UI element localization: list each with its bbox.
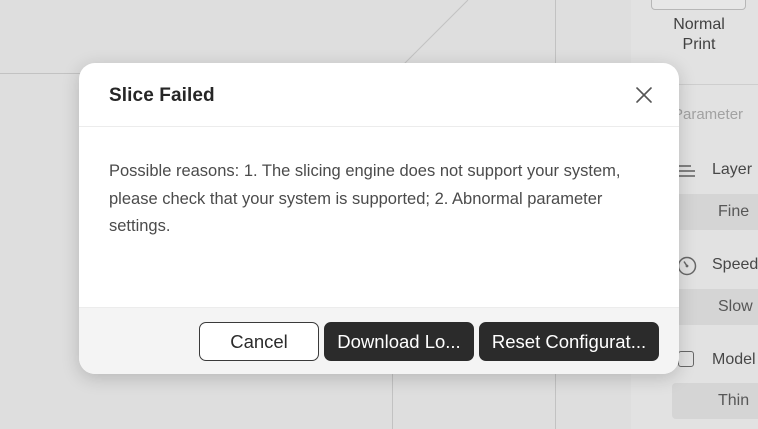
reset-configuration-button[interactable]: Reset Configurat...: [479, 322, 659, 361]
slice-failed-dialog: Slice Failed Possible reasons: 1. The sl…: [79, 63, 679, 374]
dialog-message: Possible reasons: 1. The slicing engine …: [109, 162, 621, 235]
dialog-header: Slice Failed: [79, 63, 679, 127]
close-icon[interactable]: [632, 83, 656, 107]
app-screen: Normal Print Parameter Layer Fine Speed …: [0, 0, 758, 429]
dialog-footer: Cancel Download Lo... Reset Configurat..…: [79, 307, 679, 374]
cancel-button[interactable]: Cancel: [199, 322, 319, 361]
download-log-button[interactable]: Download Lo...: [324, 322, 474, 361]
dialog-title: Slice Failed: [109, 85, 215, 106]
